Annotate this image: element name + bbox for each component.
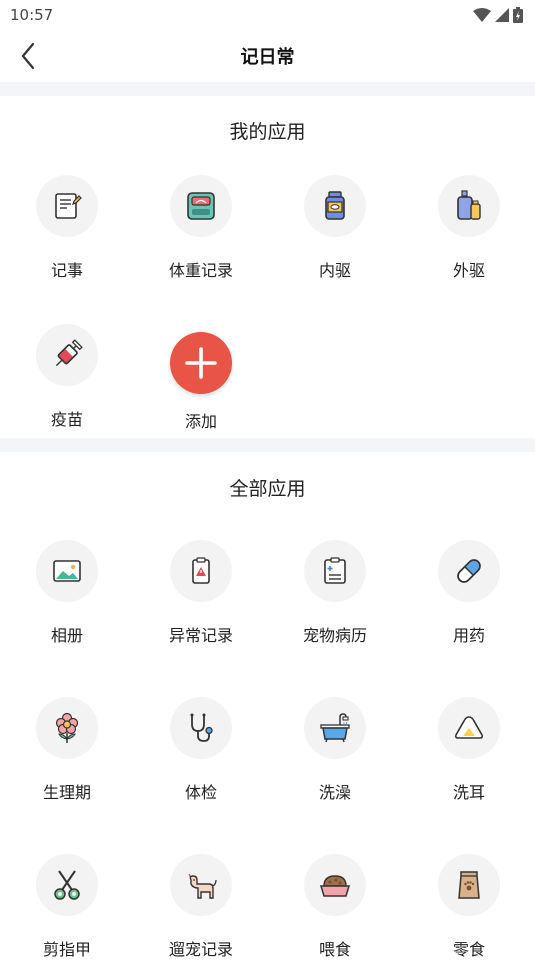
app-label: 相册 — [50, 626, 83, 645]
app-weight-record[interactable]: 体重记录 — [134, 175, 268, 281]
status-time: 10:57 — [10, 6, 54, 24]
notepad-icon — [55, 193, 82, 219]
plus-icon — [185, 347, 217, 379]
app-internal-deworm[interactable]: 内驱 — [268, 175, 402, 281]
app-label: 洗澡 — [318, 783, 351, 802]
medicine-bottle-icon — [325, 191, 345, 220]
pill-icon — [457, 559, 481, 583]
app-label: 遛宠记录 — [168, 940, 233, 959]
app-label: 疫苗 — [50, 410, 83, 429]
chevron-left-icon — [21, 42, 35, 70]
app-album[interactable]: 相册 — [0, 540, 134, 646]
food-bowl-icon — [319, 875, 351, 897]
app-notes[interactable]: 记事 — [0, 175, 134, 281]
scissors-icon — [54, 870, 80, 900]
app-label: 剪指甲 — [42, 940, 91, 959]
app-label: 异常记录 — [168, 626, 233, 645]
app-medication[interactable]: 用药 — [402, 540, 535, 646]
nav-bar: 记日常 — [0, 30, 535, 82]
medical-record-icon — [324, 557, 346, 584]
app-label: 零食 — [452, 940, 485, 959]
signal-icon — [495, 8, 509, 22]
app-label: 内驱 — [318, 261, 351, 280]
wifi-icon — [473, 8, 491, 22]
section-divider — [0, 82, 535, 96]
app-bath[interactable]: 洗澡 — [268, 697, 402, 803]
flower-icon — [55, 712, 79, 743]
app-label: 外驱 — [452, 261, 485, 280]
battery-icon — [513, 7, 523, 23]
status-icons — [473, 7, 523, 23]
section-divider — [0, 438, 535, 452]
app-label: 宠物病历 — [302, 626, 367, 645]
app-snacks[interactable]: 零食 — [402, 854, 535, 960]
page-title: 记日常 — [240, 47, 295, 68]
all-apps-title: 全部应用 — [229, 478, 306, 500]
app-label: 用药 — [452, 626, 485, 645]
my-apps-title: 我的应用 — [229, 121, 306, 143]
app-vaccine[interactable]: 疫苗 — [0, 324, 134, 430]
photo-icon — [53, 560, 81, 582]
app-checkup[interactable]: 体检 — [134, 697, 268, 803]
syringe-icon — [55, 339, 83, 367]
status-bar: 10:57 — [0, 0, 535, 30]
app-label: 体检 — [184, 783, 217, 802]
add-label: 添加 — [184, 412, 217, 431]
spray-bottle-icon — [457, 190, 481, 220]
back-button[interactable] — [14, 40, 42, 72]
app-external-deworm[interactable]: 外驱 — [402, 175, 535, 281]
app-label: 体重记录 — [168, 261, 233, 280]
stethoscope-icon — [190, 713, 213, 742]
app-feeding[interactable]: 喂食 — [268, 854, 402, 960]
dog-icon — [188, 873, 217, 899]
app-label: 喂食 — [318, 940, 351, 959]
app-nail-trim[interactable]: 剪指甲 — [0, 854, 134, 960]
app-label: 洗耳 — [452, 783, 485, 802]
ear-icon — [454, 716, 484, 739]
app-ear-cleaning[interactable]: 洗耳 — [402, 697, 535, 803]
app-label: 生理期 — [42, 783, 91, 802]
warning-clipboard-icon — [192, 557, 210, 584]
app-medical-record[interactable]: 宠物病历 — [268, 540, 402, 646]
add-app-button[interactable]: 添加 — [134, 332, 268, 432]
app-label: 记事 — [50, 261, 83, 280]
app-period[interactable]: 生理期 — [0, 697, 134, 803]
app-abnormal-record[interactable]: 异常记录 — [134, 540, 268, 646]
app-walk-record[interactable]: 遛宠记录 — [134, 854, 268, 960]
snack-bag-icon — [458, 871, 480, 899]
bathtub-icon — [320, 713, 350, 743]
scale-icon — [187, 192, 215, 220]
